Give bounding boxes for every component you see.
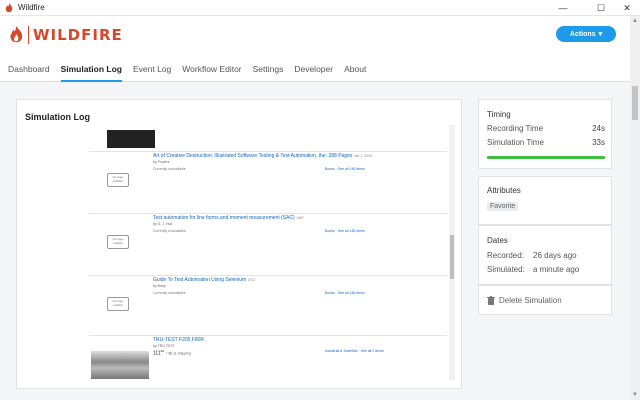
simulation-log-view[interactable]: No image available Art of Creative Destr… [89, 125, 455, 380]
no-image-placeholder: No image available [107, 235, 129, 249]
no-image-placeholder: No image available [107, 297, 129, 311]
flame-logo-icon [10, 26, 23, 43]
page-scrollbar[interactable]: ▲ ▼ [630, 16, 640, 400]
item-availability: Currently unavailable [153, 229, 186, 233]
recorded-value: 26 days ago [533, 251, 577, 260]
item-title[interactable]: Art of Creative Destruction: Illustrated… [153, 153, 372, 159]
list-item: No image available Guide To Test Automat… [89, 275, 447, 335]
actions-label: Actions [569, 30, 596, 38]
tab-simulation-log[interactable]: Simulation Log [60, 54, 123, 82]
scroll-down-icon[interactable]: ▼ [632, 392, 638, 398]
item-format[interactable]: Books · See all 145 items [325, 167, 365, 171]
timing-panel: Timing Recording Time 24s Simulation Tim… [478, 99, 612, 169]
item-availability: Currently unavailable [153, 291, 186, 295]
caret-down-icon: ▾ [598, 31, 603, 38]
delete-simulation-label: Delete Simulation [499, 296, 562, 305]
item-author: by Bahy [153, 284, 166, 288]
dates-title: Dates [487, 236, 508, 245]
close-icon[interactable]: ✕ [614, 0, 640, 16]
page-scrollbar-thumb[interactable] [632, 86, 638, 120]
nav-tabs: Dashboard Simulation Log Event Log Workf… [0, 54, 630, 82]
product-image [107, 130, 155, 148]
minimize-icon[interactable]: — [550, 0, 576, 16]
tab-settings[interactable]: Settings [253, 54, 284, 82]
attributes-panel: Attributes Favorite [478, 176, 612, 225]
panel-title: Simulation Log [25, 112, 90, 122]
recorded-label: Recorded: [487, 251, 524, 260]
logo: WILDFIRE [8, 26, 123, 44]
tab-developer[interactable]: Developer [294, 54, 333, 82]
simulated-label: Simulated: [487, 265, 525, 274]
item-availability: Currently unavailable [153, 167, 186, 171]
recording-time-value: 24s [592, 124, 605, 133]
log-scrollbar-thumb[interactable] [450, 235, 454, 279]
dates-panel: Dates Recorded: 26 days ago Simulated: a… [478, 225, 612, 285]
actions-button[interactable]: Actions ▾ [556, 26, 616, 42]
tab-workflow-editor[interactable]: Workflow Editor [182, 54, 241, 82]
tab-dashboard[interactable]: Dashboard [8, 54, 50, 82]
item-author: by TRU-TEST [153, 344, 175, 348]
item-format[interactable]: Industrial & Scientific · See all 2 item… [325, 349, 384, 353]
list-item: No image available Art of Creative Destr… [89, 151, 447, 213]
no-image-placeholder: No image available [107, 173, 129, 187]
simulation-time-label: Simulation Time [487, 138, 544, 147]
simulated-value: a minute ago [533, 265, 580, 274]
window-titlebar: Wildfire — ☐ ✕ [0, 0, 640, 16]
delete-panel: Delete Simulation [478, 285, 612, 315]
flame-icon [5, 2, 13, 12]
item-title[interactable]: Test automation for line forms and momen… [153, 215, 304, 221]
list-item: No image available Test automation for l… [89, 213, 447, 275]
item-title[interactable]: Guide To Test Automation Using Selenium … [153, 277, 255, 283]
item-price: 11169 + $6.11 shipping [153, 349, 191, 357]
item-author: by G. J. Huk [153, 222, 173, 226]
maximize-icon[interactable]: ☐ [588, 0, 614, 16]
tab-about[interactable]: About [344, 54, 366, 82]
simulation-time-value: 33s [592, 138, 605, 147]
tab-event-log[interactable]: Event Log [133, 54, 171, 82]
trash-icon [487, 296, 495, 305]
app-header: WILDFIRE Actions ▾ [0, 16, 630, 54]
window-title: Wildfire [18, 3, 45, 12]
recording-time-label: Recording Time [487, 124, 544, 133]
item-format[interactable]: Books · See all 145 items [325, 291, 365, 295]
simulation-log-panel: Simulation Log No image available Art of… [16, 99, 462, 389]
log-scrollbar[interactable] [449, 125, 455, 380]
logo-text: WILDFIRE [33, 26, 123, 44]
product-image [91, 351, 149, 379]
favorite-tag[interactable]: Favorite [487, 202, 519, 211]
scroll-up-icon[interactable]: ▲ [632, 18, 638, 24]
list-item: TRU-TEST F205 F80R by TRU-TEST 11169 + $… [89, 335, 447, 380]
timing-title: Timing [487, 110, 511, 119]
item-author: by Powers [153, 160, 170, 164]
delete-simulation-button[interactable]: Delete Simulation [487, 296, 562, 305]
item-format[interactable]: Books · See all 145 items [325, 229, 365, 233]
simulation-progress-bar [487, 156, 605, 159]
attributes-title: Attributes [487, 186, 521, 195]
logo-divider [28, 26, 29, 44]
item-title[interactable]: TRU-TEST F205 F80R [153, 337, 204, 343]
